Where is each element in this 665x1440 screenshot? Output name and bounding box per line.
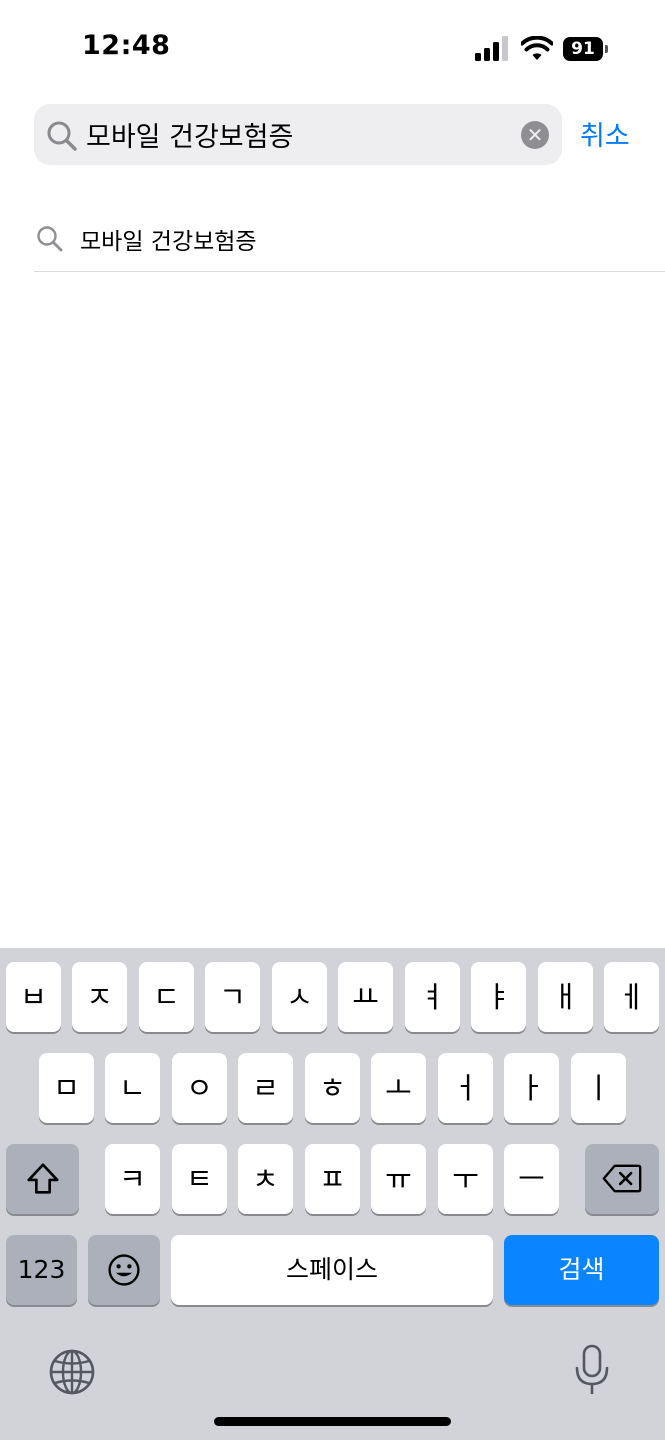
key[interactable]: ㅕ <box>405 962 460 1032</box>
key[interactable]: ㅔ <box>604 962 659 1032</box>
search-icon <box>47 121 77 151</box>
key[interactable]: ㅎ <box>305 1053 360 1123</box>
shift-key[interactable] <box>6 1144 79 1214</box>
clear-search-button[interactable]: ✕ <box>521 121 549 149</box>
microphone-icon[interactable] <box>574 1344 610 1396</box>
delete-key[interactable] <box>585 1144 659 1214</box>
key[interactable]: ㅌ <box>172 1144 227 1214</box>
cancel-button[interactable]: 취소 <box>580 114 630 153</box>
cellular-signal-icon <box>475 36 509 62</box>
key[interactable]: ㅣ <box>571 1053 626 1123</box>
key[interactable]: ㅁ <box>39 1053 94 1123</box>
search-field[interactable]: ✕ <box>34 104 562 165</box>
key[interactable]: ㄱ <box>205 962 260 1032</box>
suggestion-label: 모바일 건강보험증 <box>80 229 257 255</box>
key[interactable]: ㅈ <box>72 962 127 1032</box>
key[interactable]: ㅓ <box>438 1053 493 1123</box>
battery-level: 91 <box>563 37 603 61</box>
close-icon: ✕ <box>526 123 544 147</box>
key[interactable]: ㅊ <box>238 1144 293 1214</box>
key[interactable]: ㅠ <box>371 1144 426 1214</box>
key[interactable]: ㅑ <box>471 962 526 1032</box>
battery-icon: 91 <box>563 37 609 61</box>
key[interactable]: ㅇ <box>172 1053 227 1123</box>
globe-icon[interactable] <box>48 1348 96 1396</box>
search-suggestion[interactable]: 모바일 건강보험증 <box>34 208 665 272</box>
key[interactable]: ㅐ <box>538 962 593 1032</box>
key[interactable]: ㅜ <box>438 1144 493 1214</box>
home-indicator[interactable] <box>214 1417 451 1426</box>
space-key[interactable]: 스페이스 <box>171 1235 493 1305</box>
key[interactable]: ㅋ <box>105 1144 160 1214</box>
key[interactable]: ㄷ <box>139 962 194 1032</box>
key[interactable]: ㅏ <box>504 1053 559 1123</box>
key[interactable]: ㅅ <box>272 962 327 1032</box>
key[interactable]: ㅂ <box>6 962 61 1032</box>
status-time: 12:48 <box>82 30 171 61</box>
key[interactable]: ㄴ <box>105 1053 160 1123</box>
wifi-icon <box>521 36 553 60</box>
emoji-key[interactable] <box>88 1235 160 1305</box>
key[interactable]: ㅛ <box>338 962 393 1032</box>
key[interactable]: ㅗ <box>371 1053 426 1123</box>
backspace-icon <box>602 1164 642 1193</box>
keyboard: ㅂ ㅈ ㄷ ㄱ ㅅ ㅛ ㅕ ㅑ ㅐ ㅔ ㅁ ㄴ ㅇ ㄹ ㅎ ㅗ ㅓ ㅏ ㅣ ㅋ … <box>0 948 665 1440</box>
search-key[interactable]: 검색 <box>504 1235 659 1305</box>
shift-icon <box>26 1163 59 1194</box>
key[interactable]: ㅍ <box>305 1144 360 1214</box>
search-icon <box>37 226 63 252</box>
emoji-icon <box>108 1254 140 1286</box>
numbers-key[interactable]: 123 <box>6 1235 77 1305</box>
search-input[interactable] <box>86 104 506 165</box>
key[interactable]: ㅡ <box>504 1144 559 1214</box>
key[interactable]: ㄹ <box>238 1053 293 1123</box>
